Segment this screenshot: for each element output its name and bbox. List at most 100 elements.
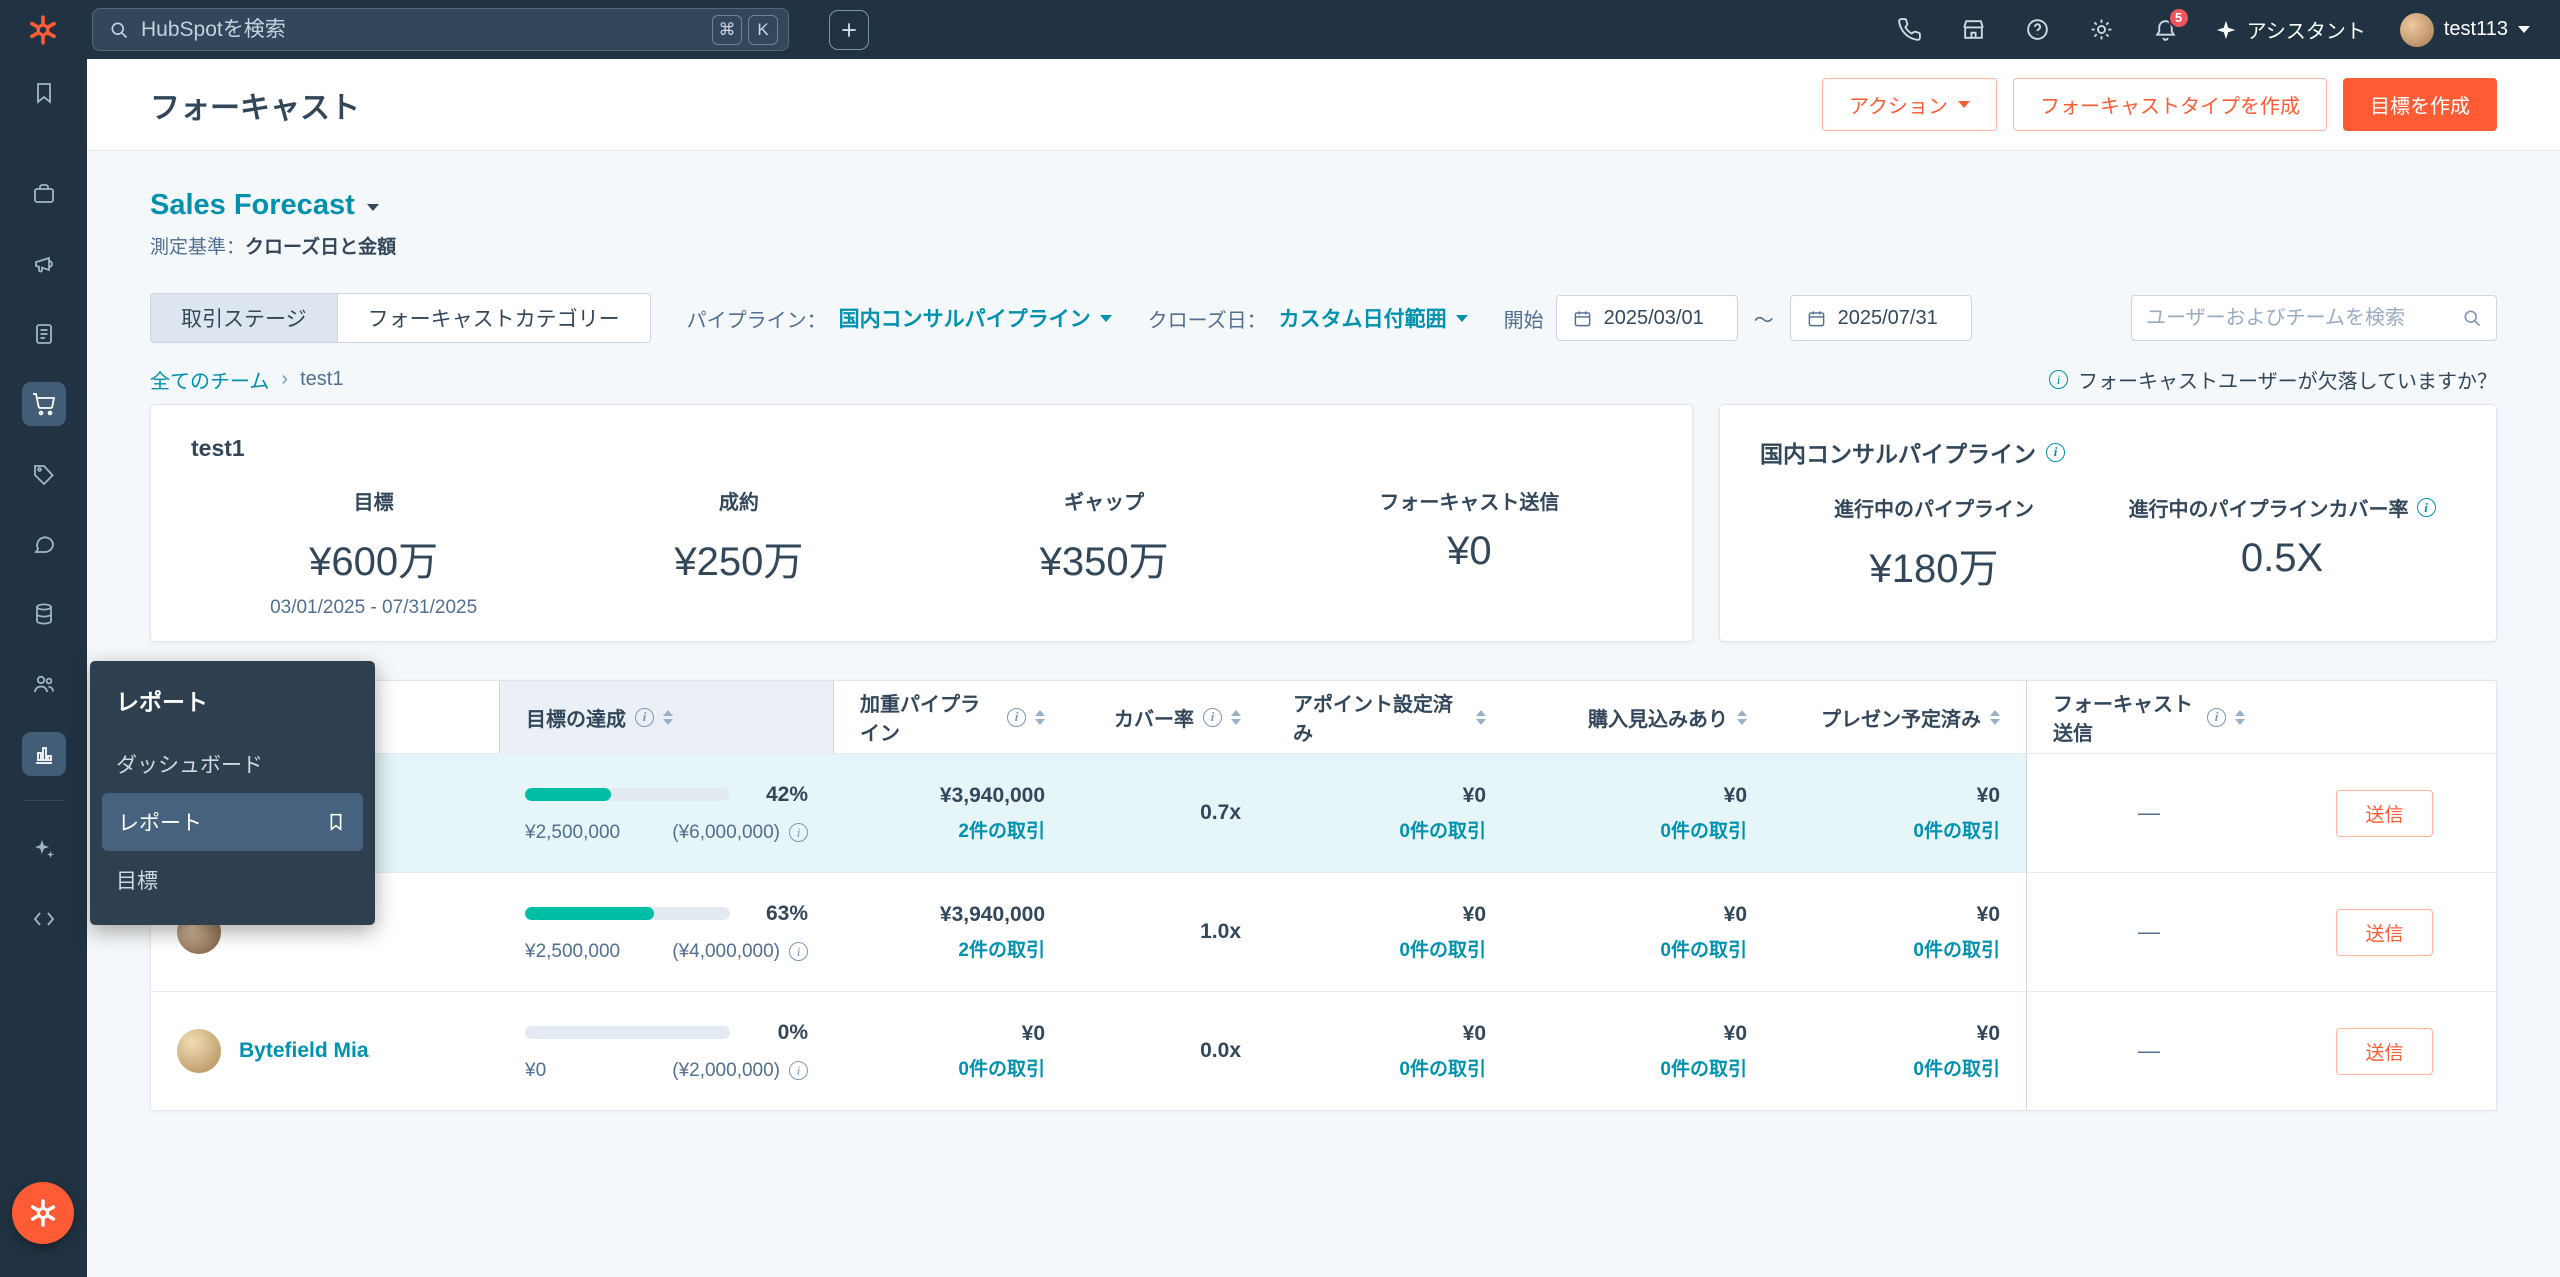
sort-icon[interactable]	[1476, 710, 1486, 725]
info-icon[interactable]	[789, 942, 808, 961]
plus-icon	[839, 20, 859, 40]
coverage-value: 0.7x	[1200, 801, 1241, 825]
header-appointment-scheduled[interactable]: アポイント設定済み	[1267, 681, 1512, 753]
deals-link[interactable]: 0件の取引	[1399, 1054, 1486, 1081]
quick-create-button[interactable]	[829, 10, 869, 50]
sort-icon[interactable]	[1990, 710, 2000, 725]
table-row: 42% ¥2,500,000 (¥6,000,000) ¥3,940,000 2…	[151, 753, 2496, 872]
sidebar-item-data[interactable]	[22, 592, 66, 636]
stat-goal-value: ¥600万	[191, 529, 556, 587]
sidebar-item-automations[interactable]	[22, 827, 66, 871]
close-date-select[interactable]: カスタム日付範囲	[1279, 303, 1468, 333]
bookmark-icon[interactable]	[325, 811, 347, 833]
sidebar-item-developer[interactable]	[22, 897, 66, 941]
deals-link[interactable]: 0件の取引	[958, 1054, 1045, 1081]
header-goal-attainment[interactable]: 目標の達成	[499, 681, 834, 753]
sidebar-item-bookmarks[interactable]	[22, 71, 66, 115]
pipeline-select[interactable]: 国内コンサルパイプライン	[839, 303, 1112, 333]
deals-link[interactable]: 2件の取引	[958, 935, 1045, 962]
sidebar-item-service[interactable]	[22, 522, 66, 566]
flyout-item-dashboards[interactable]: ダッシュボード	[90, 735, 375, 793]
sprocket-icon	[26, 13, 60, 47]
stat-coverage-label: 進行中のパイプラインカバー率	[2129, 493, 2409, 522]
info-icon[interactable]	[2207, 708, 2226, 727]
deals-link[interactable]: 0件の取引	[1660, 816, 1747, 843]
help-icon	[2025, 17, 2050, 42]
missing-users-notice[interactable]: フォーキャストユーザーが欠落していますか？	[2049, 365, 2497, 394]
sidebar-item-sales[interactable]	[22, 452, 66, 496]
actions-dropdown-button[interactable]: アクション	[1822, 78, 1997, 131]
deals-link[interactable]: 0件の取引	[1660, 1054, 1747, 1081]
user-team-search-input[interactable]	[2146, 307, 2462, 330]
sort-icon[interactable]	[1737, 710, 1747, 725]
team-card-title: test1	[191, 435, 1652, 462]
send-button[interactable]: 送信	[2336, 1028, 2432, 1075]
info-icon[interactable]	[2046, 443, 2065, 462]
deals-link[interactable]: 0件の取引	[1660, 935, 1747, 962]
sidebar-item-contacts[interactable]	[22, 662, 66, 706]
deals-link[interactable]: 0件の取引	[1913, 816, 2000, 843]
coverage-value: 0.0x	[1200, 1039, 1241, 1063]
marketplace-button[interactable]	[1959, 15, 1989, 45]
deals-link[interactable]: 0件の取引	[1399, 816, 1486, 843]
info-icon[interactable]	[635, 708, 654, 727]
header-forecast-submitted[interactable]: フォーキャスト送信	[2026, 681, 2271, 753]
info-icon[interactable]	[1203, 708, 1222, 727]
goal-amount: (¥6,000,000)	[672, 822, 780, 844]
create-forecast-type-button[interactable]: フォーキャストタイプを作成	[2013, 78, 2327, 131]
sort-icon[interactable]	[663, 710, 673, 725]
sort-icon[interactable]	[1231, 710, 1241, 725]
stat-pipeline-coverage: 進行中のパイプラインカバー率 0.5X	[2108, 493, 2456, 594]
settings-button[interactable]	[2087, 15, 2117, 45]
sort-icon[interactable]	[2235, 710, 2245, 725]
tab-forecast-category[interactable]: フォーキャストカテゴリー	[338, 293, 651, 343]
tab-deal-stage[interactable]: 取引ステージ	[150, 293, 338, 343]
close-date-filter: クローズ日： カスタム日付範囲	[1148, 303, 1468, 333]
send-button[interactable]: 送信	[2336, 909, 2432, 956]
header-coverage[interactable]: カバー率	[1071, 681, 1267, 753]
user-menu[interactable]: test113	[2400, 13, 2530, 47]
sidebar-item-crm[interactable]	[22, 172, 66, 216]
header-weighted-pipeline[interactable]: 加重パイプライン	[834, 681, 1071, 753]
create-goal-button[interactable]: 目標を作成	[2343, 78, 2497, 131]
calling-button[interactable]	[1895, 15, 1925, 45]
appt-amount: ¥0	[1463, 784, 1486, 808]
sidebar-item-reporting[interactable]	[22, 732, 66, 776]
deals-link[interactable]: 0件の取引	[1913, 935, 2000, 962]
assistant-button[interactable]: アシスタント	[2215, 15, 2366, 44]
sidebar-item-content[interactable]	[22, 312, 66, 356]
user-team-search[interactable]	[2131, 295, 2497, 341]
sort-icon[interactable]	[1035, 710, 1045, 725]
pipeline-value: 国内コンサルパイプライン	[839, 303, 1091, 333]
buyin-amount: ¥0	[1724, 1022, 1747, 1046]
info-icon[interactable]	[1007, 708, 1026, 727]
deals-link[interactable]: 2件の取引	[958, 816, 1045, 843]
deals-link[interactable]: 0件の取引	[1399, 935, 1486, 962]
notifications-button[interactable]: 5	[2151, 15, 2181, 45]
header-buying-intent[interactable]: 購入見込みあり	[1512, 681, 1773, 753]
hubspot-logo[interactable]	[24, 11, 62, 49]
forecast-title-dropdown[interactable]: Sales Forecast	[150, 189, 2497, 222]
end-date-input[interactable]: 2025/07/31	[1790, 295, 1972, 341]
breadcrumb-all-teams-link[interactable]: 全てのチーム	[150, 365, 269, 394]
info-icon[interactable]	[2417, 498, 2436, 517]
cell-goal-attainment: 42% ¥2,500,000 (¥6,000,000)	[499, 754, 834, 872]
start-date-input[interactable]: 2025/03/01	[1556, 295, 1738, 341]
deals-link[interactable]: 0件の取引	[1913, 1054, 2000, 1081]
sidebar-item-marketing[interactable]	[22, 242, 66, 286]
user-name-link[interactable]: Bytefield Mia	[239, 1039, 369, 1063]
help-widget-button[interactable]	[12, 1182, 74, 1244]
flyout-item-reports[interactable]: レポート	[102, 793, 363, 851]
send-button[interactable]: 送信	[2336, 790, 2432, 837]
global-search[interactable]: ⌘ K	[92, 8, 789, 51]
sidebar-item-commerce[interactable]	[22, 382, 66, 426]
stat-gap-value: ¥350万	[922, 529, 1287, 587]
info-icon[interactable]	[789, 1061, 808, 1080]
pipeline-summary-card: 国内コンサルパイプライン 進行中のパイプライン ¥180万 進行中のパイプライン…	[1719, 404, 2497, 642]
flyout-item-goals[interactable]: 目標	[90, 851, 375, 909]
bar-chart-icon	[32, 742, 56, 766]
header-presentation-scheduled[interactable]: プレゼン予定済み	[1773, 681, 2026, 753]
info-icon[interactable]	[789, 823, 808, 842]
help-button[interactable]	[2023, 15, 2053, 45]
global-search-input[interactable]	[141, 18, 706, 42]
